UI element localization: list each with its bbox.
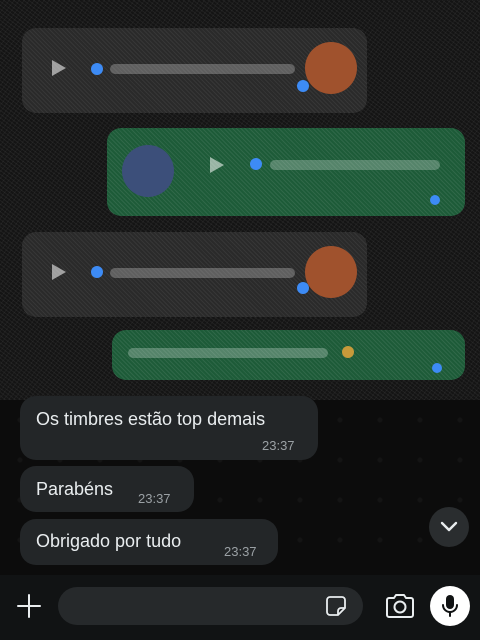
avatar [122,145,174,197]
camera-icon[interactable] [384,591,416,621]
microphone-button[interactable] [430,586,470,626]
sticker-icon[interactable] [325,595,347,617]
play-icon [210,157,224,173]
message-text: Os timbres estão top demais [36,409,266,429]
plus-icon[interactable] [14,591,44,621]
avatar [305,42,357,94]
message-text: Parabéns [36,479,114,499]
waveform [270,160,440,170]
play-icon [52,60,66,76]
message-time: 23:37 [262,438,295,453]
voice-dot-icon [250,158,262,170]
microphone-icon [442,595,458,617]
voice-dot-icon [91,63,103,75]
waveform [110,64,295,74]
read-receipt-icon [432,363,442,373]
avatar [305,246,357,298]
mic-badge-icon [297,80,309,92]
scroll-to-bottom-button[interactable] [429,507,469,547]
waveform [110,268,295,278]
message-bubble[interactable]: Os timbres estão top demais 23:37 [20,396,318,460]
message-time: 23:37 [138,491,171,506]
play-icon [52,264,66,280]
voice-dot-icon [91,266,103,278]
mic-badge-icon [297,282,309,294]
message-input[interactable] [58,587,363,625]
message-text: Obrigado por tudo [36,531,182,551]
message-bubble[interactable]: Obrigado por tudo 23:37 [20,519,278,565]
emoji-icon [342,346,354,358]
chevron-down-icon [440,521,458,532]
obscured-message-history [0,0,480,400]
message-time: 23:37 [224,544,257,559]
message-composer [0,575,480,640]
read-receipt-icon [430,195,440,205]
blurred-text [128,348,328,358]
message-bubble[interactable]: Parabéns 23:37 [20,466,194,512]
